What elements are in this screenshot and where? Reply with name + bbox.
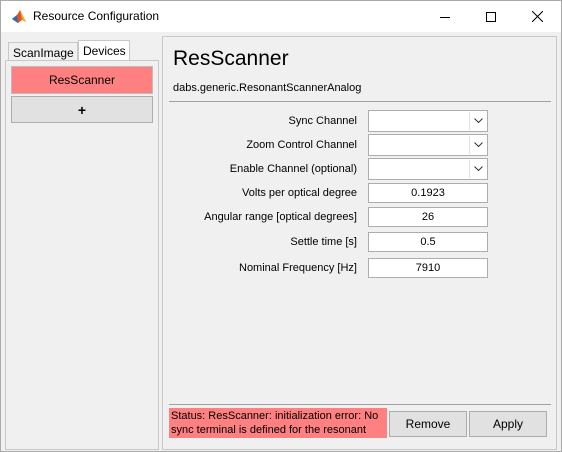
zoom-channel-select[interactable] (368, 134, 488, 156)
close-button[interactable] (514, 1, 560, 32)
angular-range-label: Angular range [optical degrees] (204, 211, 357, 223)
volts-per-degree-field[interactable]: 0.1923 (368, 183, 488, 203)
settle-time-label: Settle time [s] (290, 236, 357, 248)
minimize-icon (440, 16, 450, 18)
tab-bar: ScanImage Devices (8, 40, 158, 61)
enable-channel-select[interactable] (368, 158, 488, 180)
divider (169, 404, 551, 405)
volts-per-degree-label: Volts per optical degree (242, 187, 357, 199)
maximize-button[interactable] (468, 1, 514, 32)
angular-range-field[interactable]: 26 (368, 207, 488, 227)
zoom-channel-label: Zoom Control Channel (246, 139, 357, 151)
device-class-name: dabs.generic.ResonantScannerAnalog (173, 82, 362, 94)
chevron-down-icon (469, 136, 486, 154)
chevron-down-icon (469, 112, 486, 130)
sync-channel-label: Sync Channel (288, 115, 358, 127)
window-title: Resource Configuration (33, 9, 160, 23)
tab-devices[interactable]: Devices (78, 40, 130, 61)
matlab-icon (11, 9, 27, 25)
add-device-button[interactable]: + (11, 96, 153, 123)
minimize-button[interactable] (422, 1, 468, 32)
remove-button[interactable]: Remove (389, 411, 467, 437)
close-icon (531, 11, 543, 22)
maximize-icon (486, 11, 496, 22)
apply-button[interactable]: Apply (469, 411, 547, 437)
divider (169, 101, 551, 102)
nominal-frequency-field[interactable]: 7910 (368, 258, 488, 278)
sync-channel-select[interactable] (368, 110, 488, 132)
nominal-frequency-label: Nominal Frequency [Hz] (239, 262, 357, 274)
title-bar[interactable]: Resource Configuration (1, 1, 561, 32)
enable-channel-label: Enable Channel (optional) (229, 163, 357, 175)
chevron-down-icon (469, 160, 486, 178)
tab-scanimage[interactable]: ScanImage (8, 42, 78, 61)
settle-time-field[interactable]: 0.5 (368, 232, 488, 252)
device-title: ResScanner (173, 47, 289, 70)
device-config-panel: ResScanner dabs.generic.ResonantScannerA… (162, 36, 557, 450)
device-list-panel: ResScanner + (5, 60, 159, 450)
resource-configuration-window: Resource Configuration ScanImage Devices… (0, 0, 562, 452)
status-message: Status: ResScanner: initialization error… (169, 408, 387, 438)
device-item-resscanner[interactable]: ResScanner (11, 66, 153, 94)
